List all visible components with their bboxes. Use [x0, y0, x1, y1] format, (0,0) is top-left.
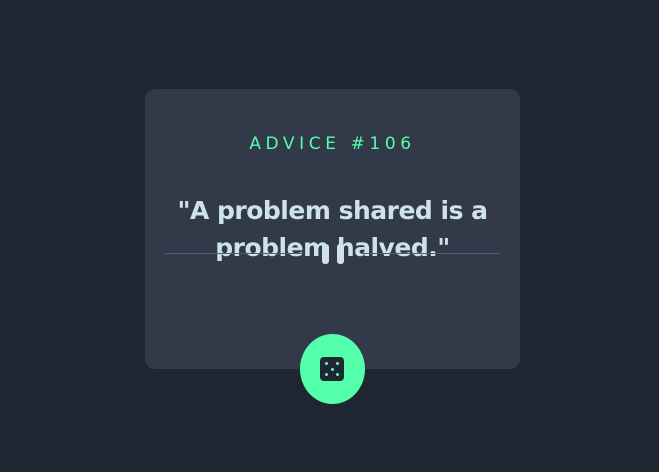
divider	[165, 244, 500, 264]
dice-pip	[336, 373, 339, 376]
page: ADVICE #106 "A problem shared is a probl…	[0, 0, 659, 472]
dice-pip	[336, 362, 339, 365]
new-advice-button[interactable]	[300, 334, 365, 404]
divider-line-right	[361, 253, 500, 254]
dice-pip	[325, 362, 328, 365]
dice-pip	[330, 367, 334, 371]
divider-line-left	[165, 253, 303, 254]
pause-bar-left	[322, 244, 329, 264]
pause-icon	[321, 244, 345, 264]
advice-id-heading: ADVICE #106	[249, 134, 416, 155]
dice-pip	[325, 373, 328, 376]
dice-icon	[320, 357, 344, 381]
pause-bar-right	[337, 244, 344, 264]
advice-card: ADVICE #106 "A problem shared is a probl…	[145, 89, 520, 369]
